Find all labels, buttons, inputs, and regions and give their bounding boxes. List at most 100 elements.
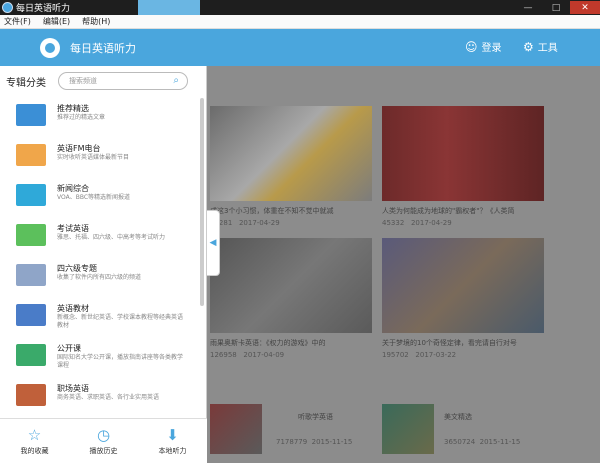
menu-file[interactable]: 文件(F) bbox=[4, 16, 31, 27]
titlebar-highlight bbox=[138, 0, 200, 15]
window-title: 每日英语听力 bbox=[16, 4, 71, 14]
category-name: 考试英语 bbox=[57, 224, 89, 233]
sidebar-header: 专辑分类 搜索频道 ⌕ bbox=[0, 66, 206, 96]
cet-icon bbox=[16, 264, 46, 286]
category-desc: 国际知名大学公开课，播放指南讲座等各类教学课程 bbox=[57, 354, 184, 369]
nav-local[interactable]: ⬇ 本地听力 bbox=[138, 419, 207, 463]
category-item[interactable]: 英语教材 新概念、新世纪英语、学校课本教程等经典英语教材 bbox=[0, 296, 203, 336]
sidebar-scrollbar[interactable] bbox=[200, 98, 204, 306]
category-item[interactable]: 新闻综合 VOA、BBC等精选新闻报道 bbox=[0, 176, 203, 216]
card-image bbox=[210, 238, 372, 333]
category-name: 四六级专题 bbox=[57, 264, 97, 273]
app-icon bbox=[2, 2, 13, 13]
card-meta: 45332 2017-04-29 bbox=[382, 219, 452, 227]
card-image bbox=[382, 404, 434, 454]
card-meta: 126958 2017-04-09 bbox=[210, 351, 284, 359]
card-date: 2017-04-29 bbox=[410, 219, 452, 227]
app-header: 每日英语听力 ☺ 登录 ⚙ 工具 bbox=[0, 29, 600, 66]
category-desc: 收集了软件内所有四六级的频道 bbox=[57, 274, 142, 281]
sidebar-collapse-button[interactable]: ◀ bbox=[207, 210, 220, 276]
card-caption: 关于梦境的10个奇怪定律，看完请自行对号 bbox=[382, 339, 517, 347]
nav-history[interactable]: ◷ 播放历史 bbox=[69, 419, 138, 463]
nav-local-label: 本地听力 bbox=[158, 447, 187, 455]
briefcase-icon bbox=[16, 384, 46, 406]
search-placeholder: 搜索频道 bbox=[69, 77, 97, 85]
card-count: 126958 bbox=[210, 351, 237, 359]
search-input[interactable]: 搜索频道 ⌕ bbox=[58, 72, 188, 90]
card-meta: 50281 2017-04-29 bbox=[210, 219, 280, 227]
textbook-icon bbox=[16, 304, 46, 326]
category-desc: 雅思、托福、四六级、中高考等考试听力 bbox=[57, 234, 166, 241]
menu-help[interactable]: 帮助(H) bbox=[82, 16, 110, 27]
card-count: 3650724 bbox=[444, 438, 476, 446]
category-desc: 商务英语、求职英语、各行业实用英语 bbox=[57, 394, 160, 401]
category-item[interactable]: 四六级专题 收集了软件内所有四六级的频道 bbox=[0, 256, 203, 296]
card-meta: 3650724 2015-11-15 bbox=[444, 438, 520, 446]
news-icon bbox=[16, 184, 46, 206]
category-desc: 实时收听英语媒体最新节目 bbox=[57, 154, 130, 161]
close-button[interactable]: ✕ bbox=[570, 1, 600, 14]
card-count: 195702 bbox=[382, 351, 409, 359]
recommend-icon bbox=[16, 104, 46, 126]
login-label: 登录 bbox=[481, 43, 502, 54]
category-desc: 新概念、新世纪英语、学校课本教程等经典英语教材 bbox=[57, 314, 184, 329]
nav-favorites[interactable]: ☆ 我的收藏 bbox=[0, 419, 69, 463]
category-name: 公开课 bbox=[57, 344, 81, 353]
card-image bbox=[382, 106, 544, 201]
star-icon: ☆ bbox=[27, 426, 42, 444]
card-caption: 人类为何能成为地球的"霸权者"？《人类简 bbox=[382, 207, 515, 215]
login-button[interactable]: ☺ 登录 bbox=[465, 39, 502, 55]
card-image bbox=[382, 238, 544, 333]
nav-history-label: 播放历史 bbox=[89, 447, 118, 455]
category-name: 英语教材 bbox=[57, 304, 89, 313]
window-titlebar: 每日英语听力 — □ ✕ bbox=[0, 0, 600, 15]
category-name: 新闻综合 bbox=[57, 184, 89, 193]
card-image bbox=[210, 106, 372, 201]
tools-button[interactable]: ⚙ 工具 bbox=[523, 39, 558, 55]
card-caption: 成这3个小习惯，体重在不知不觉中就减 bbox=[210, 207, 334, 215]
clock-icon: ◷ bbox=[96, 426, 111, 444]
menu-edit[interactable]: 编辑(E) bbox=[43, 16, 70, 27]
card-date: 2015-11-15 bbox=[311, 438, 353, 446]
category-sidebar: 专辑分类 搜索频道 ⌕ 推荐精选 推荐过的精选文章 英语FM电台 实时收听英语媒… bbox=[0, 66, 207, 463]
category-item[interactable]: 职场英语 商务英语、求职英语、各行业实用英语 bbox=[0, 376, 203, 414]
app-title: 每日英语听力 bbox=[70, 41, 136, 55]
card-caption: 听歌学英语 bbox=[298, 413, 333, 421]
card-meta: 195702 2017-03-22 bbox=[382, 351, 456, 359]
card-date: 2017-04-09 bbox=[243, 351, 285, 359]
category-desc: 推荐过的精选文章 bbox=[57, 114, 106, 121]
maximize-button[interactable]: □ bbox=[542, 1, 570, 14]
card-meta: 7178779 2015-11-15 bbox=[276, 438, 352, 446]
category-name: 英语FM电台 bbox=[57, 144, 101, 153]
category-item[interactable]: 推荐精选 推荐过的精选文章 bbox=[0, 96, 203, 136]
card-caption: 雨果奥斯卡英语：《权力的游戏》中的 bbox=[210, 339, 326, 347]
app-logo bbox=[40, 37, 60, 58]
category-item[interactable]: 公开课 国际知名大学公开课，播放指南讲座等各类教学课程 bbox=[0, 336, 203, 376]
category-list: 推荐精选 推荐过的精选文章 英语FM电台 实时收听英语媒体最新节目 新闻综合 V… bbox=[0, 96, 203, 414]
content-card[interactable]: 听歌学英语 7178779 2015-11-15 bbox=[210, 404, 372, 459]
sidebar-heading: 专辑分类 bbox=[6, 77, 46, 89]
download-icon: ⬇ bbox=[166, 426, 179, 444]
card-date: 2015-11-15 bbox=[479, 438, 521, 446]
content-card[interactable]: 关于梦境的10个奇怪定律，看完请自行对号 195702 2017-03-22 bbox=[382, 238, 544, 398]
category-item[interactable]: 考试英语 雅思、托福、四六级、中高考等考试听力 bbox=[0, 216, 203, 256]
radio-icon bbox=[16, 144, 46, 166]
content-card[interactable]: 雨果奥斯卡英语：《权力的游戏》中的 126958 2017-04-09 bbox=[210, 238, 372, 398]
search-icon[interactable]: ⌕ bbox=[173, 75, 179, 86]
chevron-left-icon: ◀ bbox=[209, 238, 217, 248]
category-name: 职场英语 bbox=[57, 384, 89, 393]
category-name: 推荐精选 bbox=[57, 104, 89, 113]
card-date: 2017-03-22 bbox=[415, 351, 457, 359]
card-count: 45332 bbox=[382, 219, 405, 227]
category-desc: VOA、BBC等精选新闻报道 bbox=[57, 194, 131, 201]
tools-label: 工具 bbox=[537, 43, 558, 54]
graduation-cap-icon bbox=[16, 344, 46, 366]
menubar: 文件(F) 编辑(E) 帮助(H) bbox=[0, 15, 600, 29]
bottom-nav: ☆ 我的收藏 ◷ 播放历史 ⬇ 本地听力 bbox=[0, 418, 207, 463]
card-caption: 美文精选 bbox=[444, 413, 472, 421]
category-item[interactable]: 英语FM电台 实时收听英语媒体最新节目 bbox=[0, 136, 203, 176]
content-card[interactable]: 美文精选 3650724 2015-11-15 bbox=[382, 404, 562, 459]
minimize-button[interactable]: — bbox=[514, 1, 542, 14]
card-date: 2017-04-29 bbox=[238, 219, 280, 227]
card-image bbox=[210, 404, 262, 454]
